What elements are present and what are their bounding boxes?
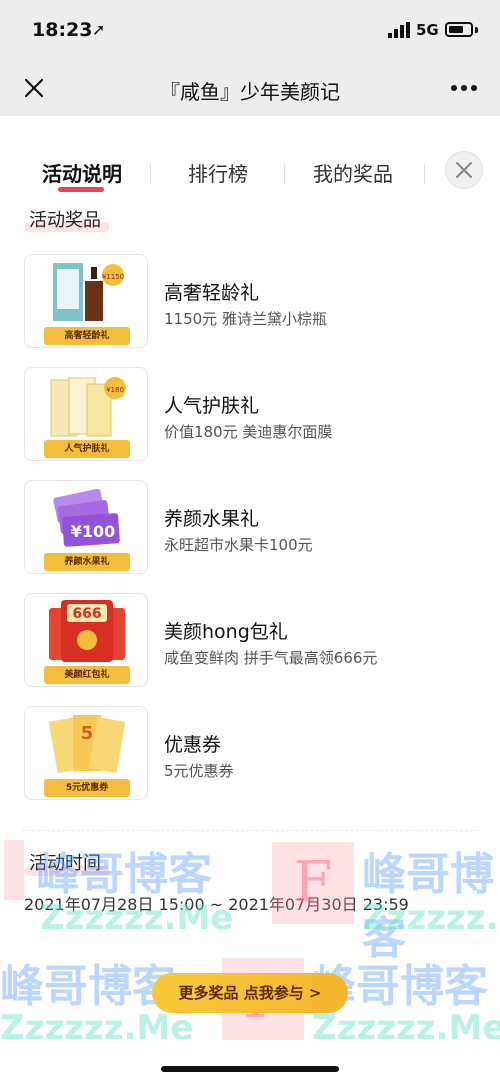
thumbnail-label: 高奢轻龄礼 [44,327,130,345]
watermark-logo [4,840,24,900]
prize-item: ¥100 养颜水果礼 养颜水果礼 永旺超市水果卡100元 [22,480,478,576]
svg-text:¥100: ¥100 [71,522,116,541]
svg-text:¥1150: ¥1150 [102,273,124,281]
watermark-text: Zzzzzz.Me [312,1008,500,1048]
svg-text:¥180: ¥180 [106,386,124,394]
tab-leaderboard[interactable]: 排行榜 [188,158,248,187]
prize-title: 美颜hong包礼 [164,621,288,643]
tab-activity-info[interactable]: 活动说明 [42,158,122,187]
more-icon[interactable] [446,76,482,100]
prize-item: 666 美颜红包礼 美颜hong包礼 咸鱼变鲜肉 拼手气最高领666元 [22,593,478,689]
nav-bar: 『咸鱼』少年美颜记 [0,60,500,116]
thumbnail-label: 养颜水果礼 [44,553,130,571]
tab-my-prizes[interactable]: 我的奖品 [313,158,393,187]
prize-title: 高奢轻龄礼 [164,282,260,304]
tab-divider [284,164,285,184]
prize-description: 1150元 雅诗兰黛小棕瓶 [164,310,327,328]
prize-thumbnail[interactable]: 5 5元优惠券 [24,706,148,800]
prize-title: 养颜水果礼 [164,508,260,530]
prize-thumbnail[interactable]: ¥100 养颜水果礼 [24,480,148,574]
tab-divider [424,164,425,184]
signal-icon [388,22,410,38]
thumbnail-label: 美颜红包礼 [44,666,130,684]
time-section-title: 活动时间 [29,853,101,874]
close-icon [456,162,472,178]
battery-cap [475,27,478,33]
svg-text:666: 666 [72,606,101,622]
watermark-text: Zzzzzz.Me [0,1008,194,1048]
status-bar: 18:23 ➚ 5G [0,0,500,60]
page-title: 『咸鱼』少年美颜记 [160,80,340,104]
prize-description: 咸鱼变鲜肉 拼手气最高领666元 [164,649,378,667]
prizes-section-title: 活动奖品 [29,210,101,231]
face-mask-icon: ¥180 [50,377,126,437]
network-type: 5G [416,21,439,39]
prize-description: 价值180元 美迪惠尔面膜 [164,423,333,441]
thumbnail-label: 人气护肤礼 [44,440,130,458]
prize-thumbnail[interactable]: ¥1150 高奢轻龄礼 [24,254,148,348]
prize-title: 人气护肤礼 [164,395,260,417]
prize-item: ¥1150 高奢轻龄礼 高奢轻龄礼 1150元 雅诗兰黛小棕瓶 [22,254,478,350]
tab-divider [150,164,151,184]
prize-thumbnail[interactable]: ¥180 人气护肤礼 [24,367,148,461]
prize-description: 永旺超市水果卡100元 [164,536,313,554]
thumbnail-label: 5元优惠券 [44,779,130,797]
svg-text:5: 5 [81,723,94,744]
coupon-icon: 5 [48,715,126,774]
prize-thumbnail[interactable]: 666 美颜红包礼 [24,593,148,687]
tab-active-indicator [58,187,104,192]
location-arrow-icon: ➚ [92,20,106,39]
prize-description: 5元优惠券 [164,762,234,780]
prize-title: 优惠券 [164,734,222,756]
section-divider [22,830,478,831]
home-indicator [161,1066,339,1072]
prize-item: ¥180 人气护肤礼 人气护肤礼 价值180元 美迪惠尔面膜 [22,367,478,463]
watermark-text: 峰哥博客 [0,961,176,1012]
close-panel-button[interactable] [445,151,483,189]
battery-icon [445,22,473,37]
watermark-logo: F [272,842,354,924]
serum-bottle-icon: ¥1150 [53,263,124,321]
status-time: 18:23 [32,19,93,41]
prize-item: 5 5元优惠券 优惠券 5元优惠券 [22,706,478,802]
gift-card-icon: ¥100 [53,488,120,547]
tab-bar: 活动说明 排行榜 我的奖品 [0,116,500,196]
red-envelope-icon: 666 [49,600,125,662]
more-prizes-button[interactable]: 更多奖品 点我参与 > [152,973,348,1013]
